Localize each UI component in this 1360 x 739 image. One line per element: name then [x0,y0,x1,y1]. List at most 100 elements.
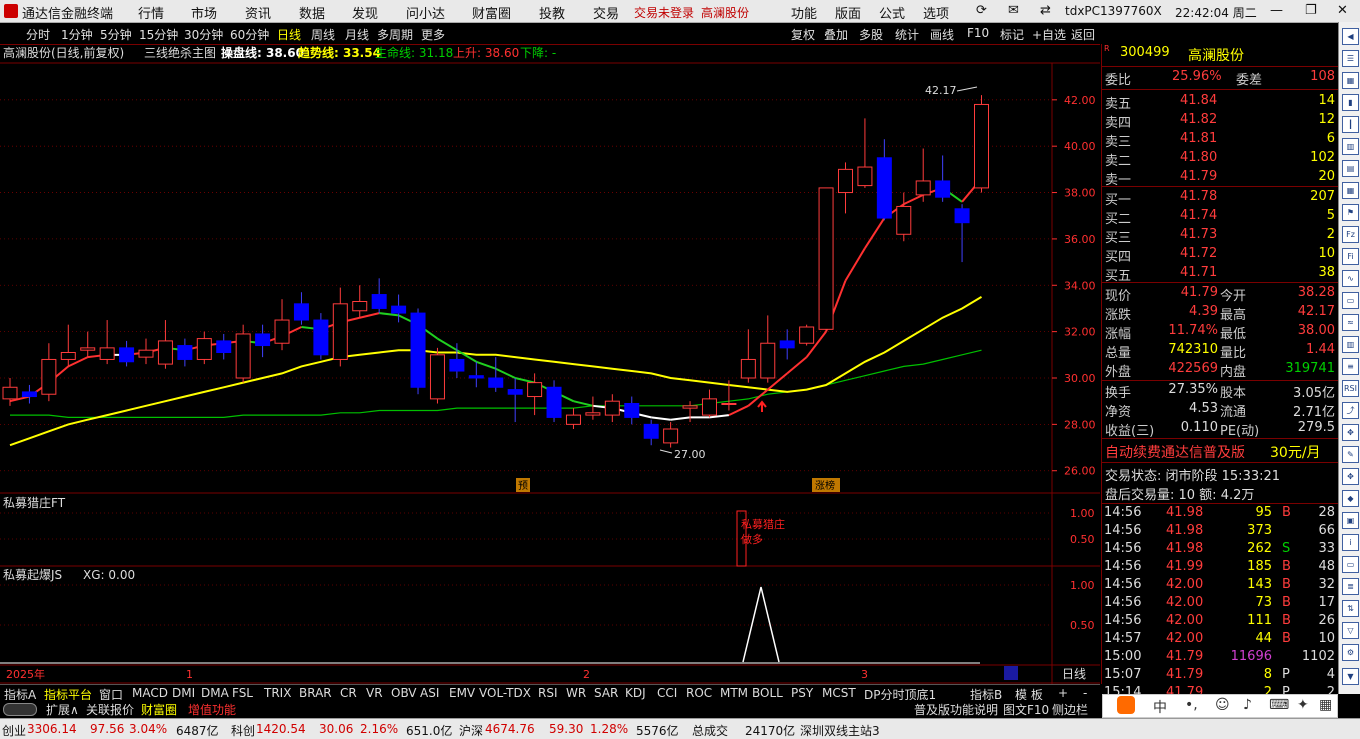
ime-lang[interactable]: 中 [1153,697,1167,717]
tab-21[interactable]: MTM [720,686,748,700]
tab-11[interactable]: OBV [391,686,417,700]
candle[interactable] [818,187,834,332]
candle[interactable] [896,192,912,242]
menu-fortune[interactable]: 财富圈 [472,3,511,22]
candle[interactable] [876,139,892,221]
candle[interactable] [235,324,251,383]
chevron-left-icon[interactable]: ◀ [1342,28,1359,45]
period-fenshi[interactable]: 分时 [26,26,50,43]
period-daily[interactable]: 日线 [277,26,301,43]
period-30min[interactable]: 30分钟 [184,26,223,43]
period-5min[interactable]: 5分钟 [100,26,132,43]
tab-14[interactable]: VOL-TDX [479,686,531,700]
tool-back[interactable]: 返回 [1071,26,1095,43]
x-scroll-button[interactable] [1004,666,1018,680]
candle[interactable] [99,320,115,365]
tab-22[interactable]: BOLL [752,686,783,700]
candle[interactable] [449,343,465,378]
menu-data[interactable]: 数据 [299,3,325,22]
cy-index[interactable]: 3306.14 [27,722,77,736]
tab-8[interactable]: BRAR [299,686,332,700]
chart-line-icon[interactable]: ∿ [1342,270,1359,287]
candle[interactable] [779,329,795,360]
rsi-icon[interactable]: RSI [1342,380,1359,397]
tab-7[interactable]: TRIX [264,686,291,700]
ranking-icon[interactable]: ≡ [1342,358,1359,375]
table-icon[interactable]: ▦ [1342,182,1359,199]
diamond-icon[interactable]: ◆ [1342,490,1359,507]
candle[interactable] [2,378,18,406]
candle[interactable] [954,204,970,263]
kline-icon[interactable]: ▤ [1342,160,1359,177]
doc-icon[interactable]: ▭ [1342,292,1359,309]
bottom-tab-fortune[interactable]: 财富圈 [141,701,177,718]
move-icon[interactable]: ✥ [1342,424,1359,441]
tab-23[interactable]: PSY [791,686,813,700]
menu-news[interactable]: 资讯 [245,3,271,22]
menu-quotes[interactable]: 行情 [138,3,164,22]
candle[interactable] [915,148,931,202]
candle[interactable] [624,396,640,425]
tool-mark[interactable]: 标记 [1000,26,1024,43]
candle[interactable] [527,373,543,416]
email-icon[interactable]: ✉ [1008,3,1019,18]
ime-punct[interactable]: •, [1185,697,1198,713]
tab-15[interactable]: RSI [538,686,558,700]
menu-wenxiaoda[interactable]: 问小达 [406,3,445,22]
candle[interactable] [701,389,717,418]
candle-icon[interactable]: ┃ [1342,116,1359,133]
chart-icon[interactable]: ▮ [1342,94,1359,111]
box-icon[interactable]: ▣ [1342,512,1359,529]
candle[interactable] [857,118,873,188]
tool-multi-stock[interactable]: 多股 [859,26,883,43]
menu-formula[interactable]: 公式 [879,3,905,22]
chevron-down-icon[interactable]: ▼ [1342,668,1359,685]
grid-icon[interactable]: ▦ [1342,72,1359,89]
tool-overlay[interactable]: 叠加 [824,26,848,43]
sub1-title[interactable]: 私募猎庄FT [3,495,66,510]
candle[interactable] [80,331,96,358]
tool-add-favorite[interactable]: +自选 [1032,26,1066,43]
candle[interactable] [935,155,951,202]
candle[interactable] [760,315,776,383]
info-icon[interactable]: i [1342,534,1359,551]
tab-16[interactable]: WR [566,686,586,700]
refresh-icon[interactable]: ⟳ [976,3,987,18]
tab-12[interactable]: ASI [420,686,439,700]
flag-icon[interactable]: ⚑ [1342,204,1359,221]
candle[interactable] [196,331,212,365]
fz-icon[interactable]: Fz [1342,226,1359,243]
tool-f10[interactable]: F10 [967,26,989,40]
candle[interactable] [468,361,484,388]
tab-18[interactable]: KDJ [625,686,646,700]
tab-28[interactable]: + [1058,686,1068,700]
menu-function[interactable]: 功能 [791,3,817,22]
f10-link[interactable]: 图文F10 [1003,701,1049,718]
period-60min[interactable]: 60分钟 [230,26,269,43]
tool-fuquan[interactable]: 复权 [791,26,815,43]
candle[interactable] [41,343,57,402]
bottom-tab-value-added[interactable]: 增值功能 [188,701,236,718]
bottom-tab-related[interactable]: 关联报价 [86,701,134,718]
tab-13[interactable]: EMV [449,686,475,700]
candle[interactable] [643,419,659,446]
candle[interactable] [332,287,348,367]
candle[interactable] [410,308,426,395]
server-name[interactable]: 深圳双线主站3 [800,722,880,739]
trend-icon[interactable]: ⤴ [1342,402,1359,419]
close-button[interactable]: ✕ [1337,3,1348,18]
candle[interactable] [352,285,368,318]
tool-stats[interactable]: 统计 [895,26,919,43]
tab-6[interactable]: FSL [232,686,253,700]
period-more[interactable]: 更多 [421,26,445,43]
hs-index[interactable]: 4674.76 [485,722,535,736]
stack-icon[interactable]: ≣ [1342,578,1359,595]
tab-29[interactable]: - [1083,686,1087,700]
tab-9[interactable]: CR [340,686,357,700]
candle[interactable] [60,324,76,367]
promo-row[interactable]: 自动续费通达信普及版 30元/月 [1102,441,1338,461]
ime-grid-icon[interactable]: ▦ [1319,697,1332,713]
tab-17[interactable]: SAR [594,686,618,700]
ime-mic-icon[interactable]: ♪ [1243,697,1252,713]
sidebar-link[interactable]: 侧边栏 [1052,701,1088,718]
